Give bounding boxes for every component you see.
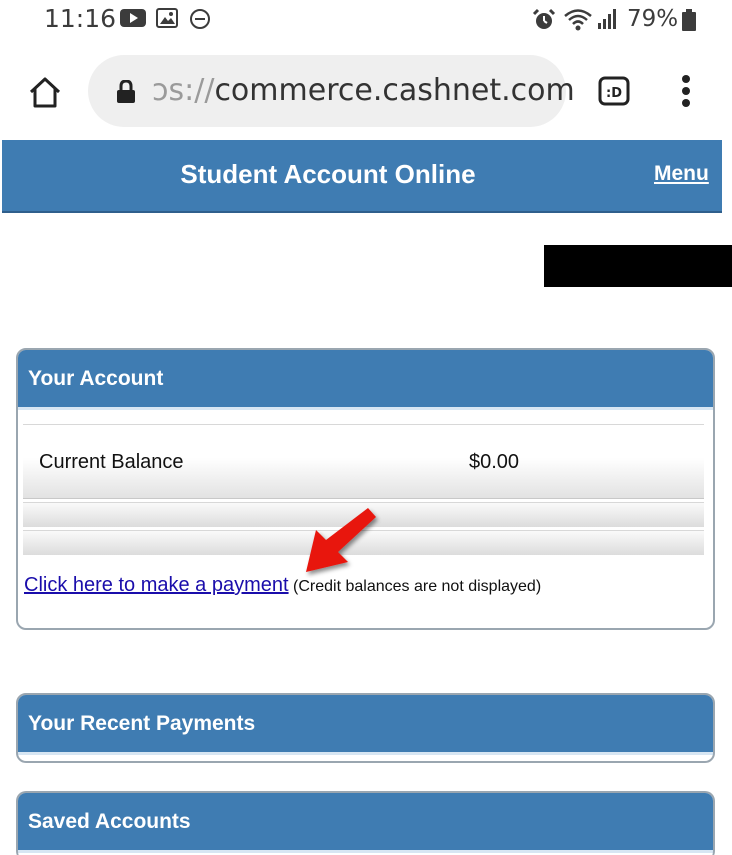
balance-value: $0.00 xyxy=(469,451,520,473)
saved-accounts-panel[interactable]: Saved Accounts xyxy=(16,791,715,855)
more-options-icon[interactable] xyxy=(680,74,692,108)
balance-label: Current Balance xyxy=(39,451,184,473)
red-arrow-annotation xyxy=(306,508,376,572)
address-bar[interactable]: ɔs://commerce.cashnet.com xyxy=(88,55,575,127)
tab-switcher-icon[interactable]: :D xyxy=(598,76,630,106)
url-text: ɔs://commerce.cashnet.com xyxy=(152,73,575,108)
credit-balance-note: (Credit balances are not displayed) xyxy=(293,578,542,595)
your-account-panel: Your Account Current Balance $0.00 Click… xyxy=(16,348,715,630)
tabs-label: :D xyxy=(606,86,622,101)
url-scheme: ɔs:// xyxy=(152,73,215,108)
alarm-icon xyxy=(532,8,556,29)
status-time: 11:16 xyxy=(44,4,117,33)
battery-percentage: 79% xyxy=(627,6,679,32)
signal-icon xyxy=(598,9,616,29)
recent-payments-panel[interactable]: Your Recent Payments xyxy=(16,693,715,763)
site-header: Student Account Online Menu xyxy=(2,140,722,213)
image-icon xyxy=(156,8,178,28)
home-icon[interactable] xyxy=(28,76,62,108)
url-domain: commerce.cashnet.com xyxy=(214,73,575,108)
saved-accounts-header[interactable]: Saved Accounts xyxy=(18,793,713,853)
do-not-disturb-icon xyxy=(190,9,210,29)
site-title: Student Account Online xyxy=(180,159,476,189)
recent-payments-header[interactable]: Your Recent Payments xyxy=(18,695,713,755)
browser-toolbar: ɔs://commerce.cashnet.com :D xyxy=(0,40,732,140)
battery-icon xyxy=(682,9,696,31)
status-bar: 11:16 79% xyxy=(0,0,732,40)
current-balance-row: Current Balance $0.00 xyxy=(23,424,704,499)
lock-icon xyxy=(117,80,135,103)
wifi-icon xyxy=(564,9,592,31)
youtube-icon xyxy=(120,9,146,27)
menu-link[interactable]: Menu xyxy=(654,162,709,186)
redacted-block xyxy=(544,245,732,287)
payment-line: Click here to make a payment (Credit bal… xyxy=(24,574,541,597)
your-account-header: Your Account xyxy=(18,350,713,410)
make-payment-link[interactable]: Click here to make a payment xyxy=(24,574,289,596)
